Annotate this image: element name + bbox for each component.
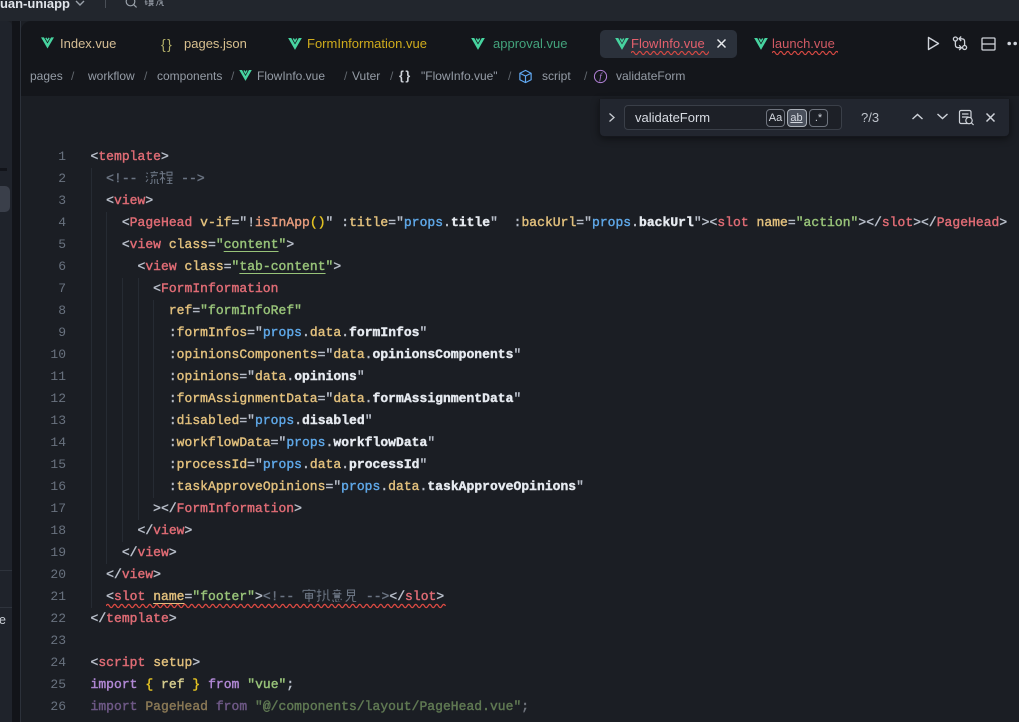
svg-text:f: f bbox=[599, 72, 603, 83]
